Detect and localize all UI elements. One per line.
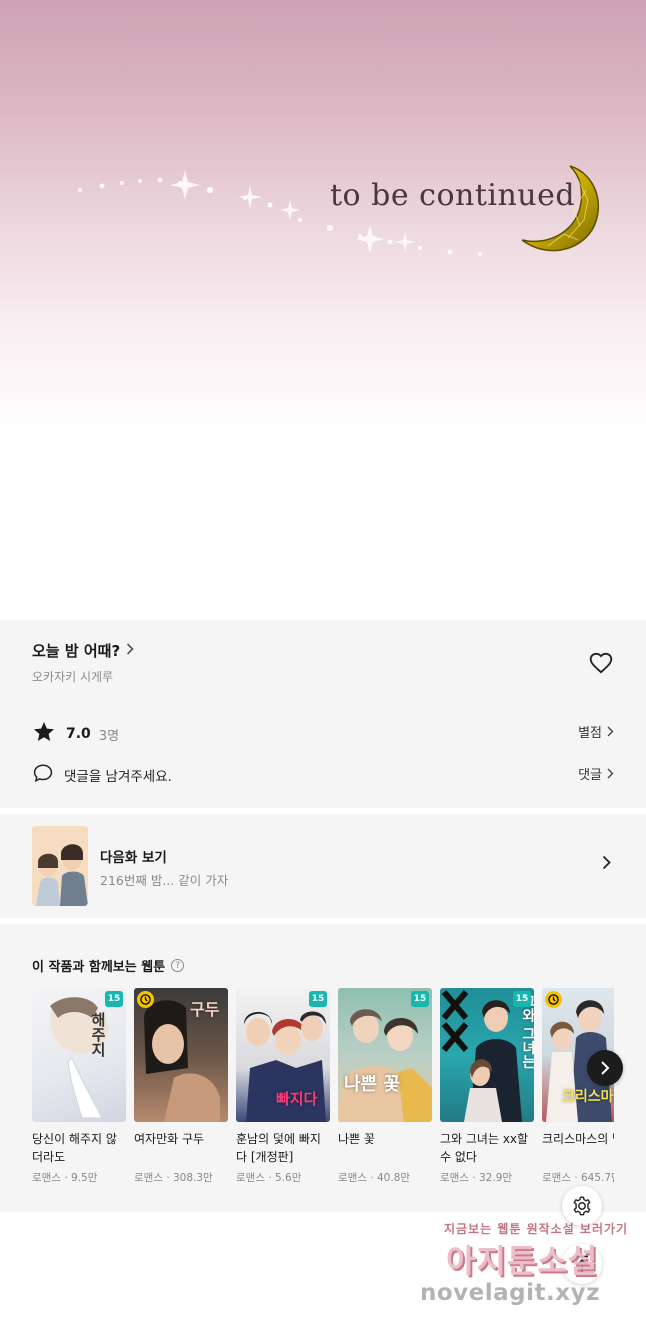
cover-title-text: 빠지다 [276, 1090, 318, 1108]
comment-prompt[interactable]: 댓글을 남겨주세요. [32, 762, 172, 788]
rating-score: 7.0 [66, 726, 91, 742]
card-title: 그와 그녀는 xx할 수 없다 [440, 1132, 529, 1164]
card-meta: 로맨스 · 32.9만 [440, 1172, 513, 1184]
recommendation-card[interactable]: 해주지 15 당신이 해주지 않더라도 로맨스 · 9.5만 [32, 988, 126, 1185]
recommendations-title: 이 작품과 함께보는 웹툰 [32, 960, 166, 975]
work-author: 오카자키 시게루 [32, 670, 114, 684]
comments-button-label: 댓글 [578, 768, 602, 783]
age-rating-badge: 15 [411, 991, 429, 1007]
cover-title-text: 나쁜 꽃 [344, 1074, 400, 1095]
card-meta: 로맨스 · 645.7만 [542, 1172, 614, 1184]
speech-bubble-icon [32, 762, 54, 788]
comments-button[interactable]: 댓글 [578, 764, 614, 783]
work-title-link[interactable]: 오늘 밤 어때? [32, 640, 134, 661]
chevron-right-icon [601, 1061, 610, 1075]
recommendation-card[interactable]: 크리스마스 크리스마스의 남자 로맨스 · 645.7만 [542, 988, 614, 1185]
question-mark-icon[interactable]: ? [171, 959, 185, 972]
clock-icon [545, 991, 562, 1008]
cover-image: 구두 [134, 988, 228, 1122]
cover-title-text: 크리스마스 [562, 1089, 614, 1105]
crescent-moon-icon [521, 165, 600, 252]
recommendation-card[interactable]: 나쁜 꽃 15 나쁜 꽃 로맨스 · 40.8만 [338, 988, 432, 1185]
recommendation-card[interactable]: 구두 여자만화 구두 로맨스 · 308.3만 [134, 988, 228, 1185]
cover-title-text: 해주지 [89, 1012, 107, 1057]
card-title: 나쁜 꽃 [338, 1132, 375, 1146]
card-meta: 로맨스 · 5.6만 [236, 1172, 302, 1184]
next-episode-subtitle: 216번째 밤... 같이 가자 [100, 873, 229, 888]
next-episode-thumbnail [32, 826, 88, 906]
chevron-right-icon [607, 726, 614, 737]
episode-last-panel: to be continued [0, 0, 646, 620]
work-title: 오늘 밤 어때? [32, 642, 121, 660]
cover-image: 그와 그녀는 15 [440, 988, 534, 1122]
chevron-right-icon [126, 642, 134, 659]
cover-image: 빠지다 15 [236, 988, 330, 1122]
card-title: 당신이 해주지 않더라도 [32, 1132, 117, 1164]
watermark-caption: 지금보는 웹툰 원작소설 보러가기 [444, 1222, 629, 1236]
card-meta: 로맨스 · 308.3만 [134, 1172, 213, 1184]
rate-button[interactable]: 별점 [578, 722, 614, 741]
cover-image: 나쁜 꽃 15 [338, 988, 432, 1122]
card-meta: 로맨스 · 9.5만 [32, 1172, 98, 1184]
age-rating-badge: 15 [309, 991, 327, 1007]
watermark-logo: 아지툰소설 [446, 1242, 599, 1280]
age-rating-badge: 15 [105, 991, 123, 1007]
next-episode-card[interactable] [0, 814, 646, 918]
star-icon [32, 720, 56, 748]
recommendation-card[interactable]: 빠지다 15 훈남의 덫에 빠지다 [개정판] 로맨스 · 5.6만 [236, 988, 330, 1185]
heart-icon[interactable] [588, 650, 614, 676]
gear-icon [573, 1196, 591, 1216]
cover-image: 해주지 15 [32, 988, 126, 1122]
cover-title-text: 구두 [190, 1000, 220, 1019]
card-title: 크리스마스의 남자 [542, 1132, 614, 1146]
recommendations-header: 이 작품과 함께보는 웹툰 ? [32, 956, 185, 975]
clock-icon [137, 991, 154, 1008]
rating-count: 3명 [98, 728, 120, 744]
recommendation-card[interactable]: 그와 그녀는 15 그와 그녀는 xx할 수 없다 로맨스 · 32.9만 [440, 988, 534, 1185]
rate-button-label: 별점 [578, 726, 602, 741]
card-title: 훈남의 덫에 빠지다 [개정판] [236, 1132, 321, 1164]
comment-prompt-text: 댓글을 남겨주세요. [64, 769, 172, 785]
card-title: 여자만화 구두 [134, 1132, 205, 1146]
chevron-right-icon[interactable] [602, 855, 611, 874]
next-episode-title: 다음화 보기 [100, 850, 167, 866]
chevron-right-icon [607, 768, 614, 779]
recommendation-carousel[interactable]: 해주지 15 당신이 해주지 않더라도 로맨스 · 9.5만 구두 여자만화 구… [32, 988, 614, 1198]
age-rating-badge: 15 [513, 991, 531, 1007]
rating-summary: 7.0 3명 [32, 720, 119, 748]
watermark-url: novelagit.xyz [420, 1280, 600, 1306]
card-meta: 로맨스 · 40.8만 [338, 1172, 411, 1184]
carousel-next-button[interactable] [587, 1050, 623, 1086]
